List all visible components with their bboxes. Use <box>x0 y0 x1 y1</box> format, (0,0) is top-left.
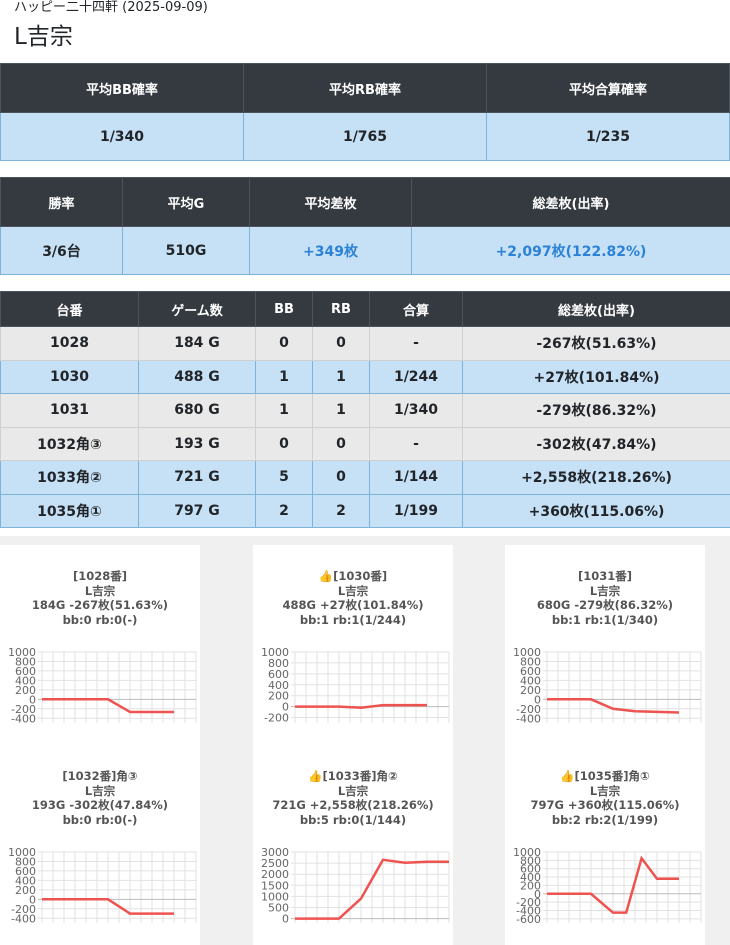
cell-total: - <box>369 426 463 461</box>
result-summary-table: 勝率 平均G 平均差枚 総差枚(出率) 3/6台 510G +349枚 +2,0… <box>0 177 730 275</box>
cell-bb: 5 <box>255 460 313 495</box>
page-header: ハッピー二十四軒 (2025-09-09) L吉宗 <box>14 0 208 52</box>
header-games: ゲーム数 <box>138 291 256 327</box>
chart-svg: 300025002000150010005000 <box>261 846 450 926</box>
cell-rb: 0 <box>312 460 370 495</box>
cell-rb: 1 <box>312 393 370 428</box>
value-avg-rb: 1/765 <box>243 112 487 161</box>
chart-card: [1032番]角③ L吉宗 193G -302枚(47.84%) bb:0 rb:0(… <box>0 745 200 945</box>
cell-machine-id: 1032角③ <box>0 426 139 461</box>
y-tick-label: -400 <box>11 912 36 925</box>
chart-card: [1031番] L吉宗 680G -279枚(86.32%) bb:1 rb:1(1/… <box>505 545 705 745</box>
cell-diff: +2,558枚(218.26%) <box>462 460 730 495</box>
header-avg-bb: 平均BB確率 <box>0 63 244 113</box>
value-avg-total: 1/235 <box>486 112 730 161</box>
chart-svg: 10008006004002000-200-400 <box>8 646 197 725</box>
page-title: L吉宗 <box>14 24 73 50</box>
store-date-label: ハッピー二十四軒 (2025-09-09) <box>14 0 208 15</box>
cell-diff: -279枚(86.32%) <box>462 393 730 428</box>
cell-diff: +360枚(115.06%) <box>462 493 730 528</box>
cell-diff: -302枚(47.84%) <box>462 426 730 461</box>
header-avg-total: 平均合算確率 <box>486 63 730 113</box>
y-tick-label: -400 <box>11 712 36 725</box>
value-avg-diff: +349枚 <box>249 226 412 275</box>
chart-svg: 10008006004002000-200-400 <box>513 646 702 725</box>
cell-games: 193 G <box>138 426 256 461</box>
cell-bb: 0 <box>255 326 313 361</box>
cell-machine-id: 1030 <box>0 359 139 394</box>
y-tick-label: -400 <box>516 712 541 725</box>
cell-machine-id: 1035角① <box>0 493 139 528</box>
probability-summary-table: 平均BB確率 平均RB確率 平均合算確率 1/340 1/765 1/235 <box>0 63 730 161</box>
cell-rb: 1 <box>312 359 370 394</box>
header-bb: BB <box>255 291 313 327</box>
cell-machine-id: 1033角② <box>0 460 139 495</box>
cell-total: 1/199 <box>369 493 463 528</box>
cell-bb: 0 <box>255 426 313 461</box>
cell-total: 1/144 <box>369 460 463 495</box>
cell-total: 1/340 <box>369 393 463 428</box>
header-rb: RB <box>312 291 370 327</box>
table-row[interactable]: 1028 184 G 0 0 - -267枚(51.63%) <box>0 326 730 361</box>
cell-diff: -267枚(51.63%) <box>462 326 730 361</box>
value-total-diff: +2,097枚(122.82%) <box>411 226 730 275</box>
header-avg-diff: 平均差枚 <box>249 177 412 227</box>
cell-diff: +27枚(101.84%) <box>462 359 730 394</box>
cell-machine-id: 1028 <box>0 326 139 361</box>
cell-rb: 0 <box>312 326 370 361</box>
cell-games: 797 G <box>138 493 256 528</box>
machine-table: 台番 ゲーム数 BB RB 合算 総差枚(出率) 1028 184 G 0 0 … <box>0 291 730 528</box>
cell-bb: 1 <box>255 393 313 428</box>
cell-games: 721 G <box>138 460 256 495</box>
header-total: 合算 <box>369 291 463 327</box>
cell-bb: 2 <box>255 493 313 528</box>
chart-svg: 10008006004002000-200-400 <box>8 846 197 925</box>
chart-card: 👍[1035番]角① L吉宗 797G +360枚(115.06%) bb:2 rb:… <box>505 745 705 945</box>
y-tick-label: -200 <box>264 712 289 725</box>
value-win-rate: 3/6台 <box>0 226 123 275</box>
value-avg-bb: 1/340 <box>0 112 244 161</box>
chart-card: 👍[1033番]角② L吉宗 721G +2,558枚(218.26%) bb:5 r… <box>253 745 453 945</box>
chart-card: [1028番] L吉宗 184G -267枚(51.63%) bb:0 rb:0(-)… <box>0 545 200 745</box>
chart-svg: 10008006004002000-200-400-600 <box>513 846 702 926</box>
cell-games: 680 G <box>138 393 256 428</box>
header-diff: 総差枚(出率) <box>462 291 730 327</box>
value-avg-games: 510G <box>122 226 250 275</box>
table-row[interactable]: 1030 488 G 1 1 1/244 +27枚(101.84%) <box>0 359 730 394</box>
header-win-rate: 勝率 <box>0 177 123 227</box>
y-tick-label: 0 <box>282 913 289 926</box>
cell-games: 488 G <box>138 359 256 394</box>
cell-bb: 1 <box>255 359 313 394</box>
table-row[interactable]: 1031 680 G 1 1 1/340 -279枚(86.32%) <box>0 393 730 428</box>
header-total-diff: 総差枚(出率) <box>411 177 730 227</box>
header-avg-rb: 平均RB確率 <box>243 63 487 113</box>
table-row[interactable]: 1033角② 721 G 5 0 1/144 +2,558枚(218.26%) <box>0 460 730 495</box>
cell-rb: 2 <box>312 493 370 528</box>
cell-games: 184 G <box>138 326 256 361</box>
header-avg-games: 平均G <box>122 177 250 227</box>
cell-machine-id: 1031 <box>0 393 139 428</box>
cell-rb: 0 <box>312 426 370 461</box>
table-row[interactable]: 1032角③ 193 G 0 0 - -302枚(47.84%) <box>0 426 730 461</box>
cell-total: 1/244 <box>369 359 463 394</box>
chart-svg: 10008006004002000-200 <box>261 646 450 725</box>
cell-total: - <box>369 326 463 361</box>
header-machine-id: 台番 <box>0 291 139 327</box>
chart-card: 👍[1030番] L吉宗 488G +27枚(101.84%) bb:1 rb:1(1… <box>253 545 453 745</box>
table-row[interactable]: 1035角① 797 G 2 2 1/199 +360枚(115.06%) <box>0 493 730 528</box>
y-tick-label: -600 <box>516 913 541 926</box>
